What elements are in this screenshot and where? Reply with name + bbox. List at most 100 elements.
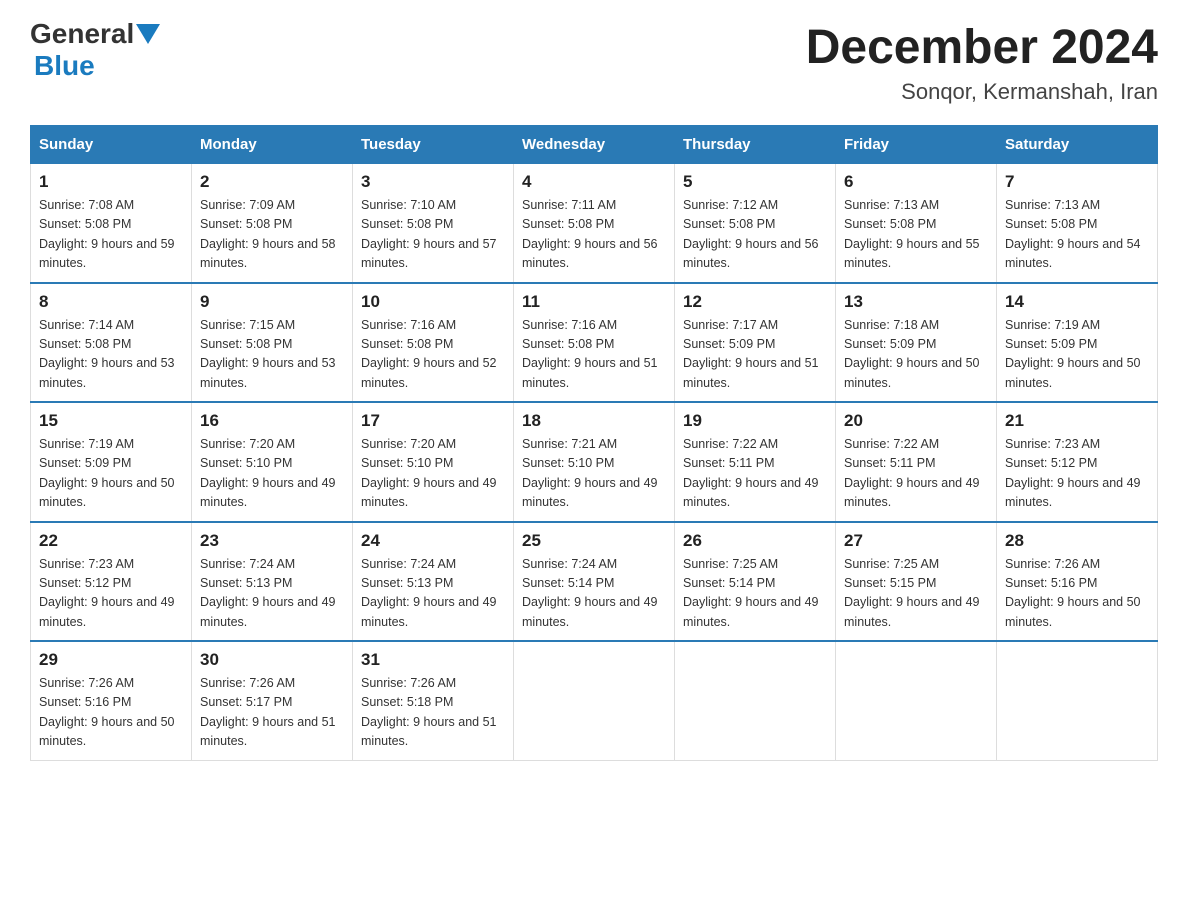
day-number: 4	[522, 172, 666, 192]
day-number: 27	[844, 531, 988, 551]
day-info: Sunrise: 7:20 AM Sunset: 5:10 PM Dayligh…	[200, 435, 344, 513]
day-info: Sunrise: 7:11 AM Sunset: 5:08 PM Dayligh…	[522, 196, 666, 274]
daylight-label: Daylight: 9 hours and 58 minutes.	[200, 237, 336, 270]
daylight-label: Daylight: 9 hours and 49 minutes.	[522, 476, 658, 509]
day-number: 7	[1005, 172, 1149, 192]
calendar-cell: 7 Sunrise: 7:13 AM Sunset: 5:08 PM Dayli…	[997, 164, 1158, 283]
calendar-cell: 30 Sunrise: 7:26 AM Sunset: 5:17 PM Dayl…	[192, 641, 353, 760]
daylight-label: Daylight: 9 hours and 55 minutes.	[844, 237, 980, 270]
daylight-label: Daylight: 9 hours and 51 minutes.	[522, 356, 658, 389]
day-info: Sunrise: 7:26 AM Sunset: 5:17 PM Dayligh…	[200, 674, 344, 752]
sunrise-label: Sunrise: 7:12 AM	[683, 198, 778, 212]
calendar-cell: 10 Sunrise: 7:16 AM Sunset: 5:08 PM Dayl…	[353, 283, 514, 403]
daylight-label: Daylight: 9 hours and 49 minutes.	[200, 595, 336, 628]
sunset-label: Sunset: 5:11 PM	[683, 456, 775, 470]
daylight-label: Daylight: 9 hours and 49 minutes.	[844, 476, 980, 509]
sunset-label: Sunset: 5:10 PM	[200, 456, 292, 470]
day-info: Sunrise: 7:21 AM Sunset: 5:10 PM Dayligh…	[522, 435, 666, 513]
sunset-label: Sunset: 5:11 PM	[844, 456, 936, 470]
sunset-label: Sunset: 5:08 PM	[200, 337, 292, 351]
sunset-label: Sunset: 5:08 PM	[361, 337, 453, 351]
sunset-label: Sunset: 5:09 PM	[844, 337, 936, 351]
sunset-label: Sunset: 5:09 PM	[39, 456, 131, 470]
sunset-label: Sunset: 5:08 PM	[844, 217, 936, 231]
calendar-cell: 26 Sunrise: 7:25 AM Sunset: 5:14 PM Dayl…	[675, 522, 836, 642]
calendar-cell: 29 Sunrise: 7:26 AM Sunset: 5:16 PM Dayl…	[31, 641, 192, 760]
calendar-cell: 6 Sunrise: 7:13 AM Sunset: 5:08 PM Dayli…	[836, 164, 997, 283]
sunset-label: Sunset: 5:10 PM	[522, 456, 614, 470]
month-title: December 2024	[806, 20, 1158, 75]
calendar-cell: 20 Sunrise: 7:22 AM Sunset: 5:11 PM Dayl…	[836, 402, 997, 522]
daylight-label: Daylight: 9 hours and 50 minutes.	[39, 476, 175, 509]
calendar-week-row: 22 Sunrise: 7:23 AM Sunset: 5:12 PM Dayl…	[31, 522, 1158, 642]
calendar-cell	[514, 641, 675, 760]
day-info: Sunrise: 7:26 AM Sunset: 5:16 PM Dayligh…	[1005, 555, 1149, 633]
weekday-header-row: SundayMondayTuesdayWednesdayThursdayFrid…	[31, 126, 1158, 164]
calendar-cell: 31 Sunrise: 7:26 AM Sunset: 5:18 PM Dayl…	[353, 641, 514, 760]
day-number: 26	[683, 531, 827, 551]
day-info: Sunrise: 7:19 AM Sunset: 5:09 PM Dayligh…	[1005, 316, 1149, 394]
sunset-label: Sunset: 5:15 PM	[844, 576, 936, 590]
sunrise-label: Sunrise: 7:21 AM	[522, 437, 617, 451]
day-info: Sunrise: 7:14 AM Sunset: 5:08 PM Dayligh…	[39, 316, 183, 394]
daylight-label: Daylight: 9 hours and 50 minutes.	[1005, 356, 1141, 389]
sunset-label: Sunset: 5:13 PM	[361, 576, 453, 590]
day-number: 31	[361, 650, 505, 670]
day-info: Sunrise: 7:18 AM Sunset: 5:09 PM Dayligh…	[844, 316, 988, 394]
daylight-label: Daylight: 9 hours and 50 minutes.	[39, 715, 175, 748]
sunrise-label: Sunrise: 7:18 AM	[844, 318, 939, 332]
calendar-week-row: 1 Sunrise: 7:08 AM Sunset: 5:08 PM Dayli…	[31, 164, 1158, 283]
daylight-label: Daylight: 9 hours and 49 minutes.	[39, 595, 175, 628]
sunrise-label: Sunrise: 7:22 AM	[844, 437, 939, 451]
sunrise-label: Sunrise: 7:14 AM	[39, 318, 134, 332]
day-number: 14	[1005, 292, 1149, 312]
logo-blue-text: Blue	[34, 50, 95, 82]
calendar-cell	[997, 641, 1158, 760]
day-info: Sunrise: 7:24 AM Sunset: 5:13 PM Dayligh…	[361, 555, 505, 633]
sunrise-label: Sunrise: 7:22 AM	[683, 437, 778, 451]
day-info: Sunrise: 7:24 AM Sunset: 5:13 PM Dayligh…	[200, 555, 344, 633]
daylight-label: Daylight: 9 hours and 49 minutes.	[200, 476, 336, 509]
day-number: 16	[200, 411, 344, 431]
sunset-label: Sunset: 5:08 PM	[683, 217, 775, 231]
daylight-label: Daylight: 9 hours and 57 minutes.	[361, 237, 497, 270]
sunset-label: Sunset: 5:08 PM	[522, 337, 614, 351]
calendar-cell: 18 Sunrise: 7:21 AM Sunset: 5:10 PM Dayl…	[514, 402, 675, 522]
day-number: 19	[683, 411, 827, 431]
daylight-label: Daylight: 9 hours and 49 minutes.	[683, 476, 819, 509]
page-header: General Blue December 2024 Sonqor, Kerma…	[30, 20, 1158, 105]
daylight-label: Daylight: 9 hours and 49 minutes.	[1005, 476, 1141, 509]
sunset-label: Sunset: 5:08 PM	[200, 217, 292, 231]
day-info: Sunrise: 7:17 AM Sunset: 5:09 PM Dayligh…	[683, 316, 827, 394]
daylight-label: Daylight: 9 hours and 49 minutes.	[844, 595, 980, 628]
day-number: 10	[361, 292, 505, 312]
weekday-header-monday: Monday	[192, 126, 353, 164]
day-number: 11	[522, 292, 666, 312]
sunset-label: Sunset: 5:13 PM	[200, 576, 292, 590]
sunrise-label: Sunrise: 7:26 AM	[1005, 557, 1100, 571]
calendar-cell: 11 Sunrise: 7:16 AM Sunset: 5:08 PM Dayl…	[514, 283, 675, 403]
day-number: 17	[361, 411, 505, 431]
calendar-cell: 9 Sunrise: 7:15 AM Sunset: 5:08 PM Dayli…	[192, 283, 353, 403]
daylight-label: Daylight: 9 hours and 49 minutes.	[683, 595, 819, 628]
sunrise-label: Sunrise: 7:20 AM	[200, 437, 295, 451]
calendar-cell: 13 Sunrise: 7:18 AM Sunset: 5:09 PM Dayl…	[836, 283, 997, 403]
sunrise-label: Sunrise: 7:17 AM	[683, 318, 778, 332]
day-number: 20	[844, 411, 988, 431]
weekday-header-saturday: Saturday	[997, 126, 1158, 164]
calendar-cell: 28 Sunrise: 7:26 AM Sunset: 5:16 PM Dayl…	[997, 522, 1158, 642]
daylight-label: Daylight: 9 hours and 53 minutes.	[39, 356, 175, 389]
day-number: 9	[200, 292, 344, 312]
day-info: Sunrise: 7:12 AM Sunset: 5:08 PM Dayligh…	[683, 196, 827, 274]
day-number: 5	[683, 172, 827, 192]
location-subtitle: Sonqor, Kermanshah, Iran	[806, 79, 1158, 105]
calendar-cell: 17 Sunrise: 7:20 AM Sunset: 5:10 PM Dayl…	[353, 402, 514, 522]
day-number: 1	[39, 172, 183, 192]
daylight-label: Daylight: 9 hours and 59 minutes.	[39, 237, 175, 270]
day-info: Sunrise: 7:25 AM Sunset: 5:14 PM Dayligh…	[683, 555, 827, 633]
sunrise-label: Sunrise: 7:13 AM	[1005, 198, 1100, 212]
sunrise-label: Sunrise: 7:10 AM	[361, 198, 456, 212]
calendar-cell: 16 Sunrise: 7:20 AM Sunset: 5:10 PM Dayl…	[192, 402, 353, 522]
day-info: Sunrise: 7:20 AM Sunset: 5:10 PM Dayligh…	[361, 435, 505, 513]
sunrise-label: Sunrise: 7:24 AM	[361, 557, 456, 571]
